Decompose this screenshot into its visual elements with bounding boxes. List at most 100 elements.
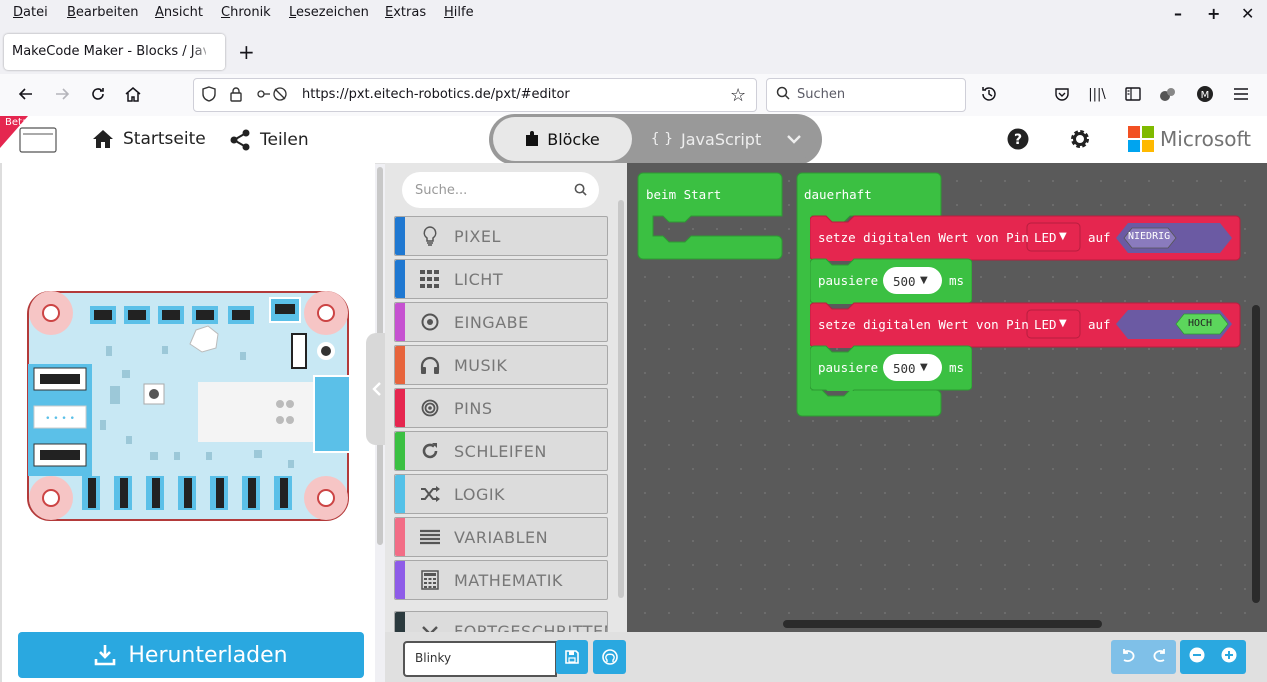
menubar: Datei Bearbeiten Ansicht Chronik Lesezei…	[0, 0, 1267, 28]
github-button[interactable]	[593, 640, 626, 674]
microsoft-logo[interactable]: Microsoft	[1128, 126, 1251, 152]
home-link[interactable]: Startseite	[92, 129, 206, 149]
back-icon[interactable]	[16, 84, 36, 104]
shield-icon[interactable]	[202, 86, 216, 106]
category-color-bar	[395, 260, 405, 298]
chevron-down-icon	[787, 135, 801, 144]
permissions-icon[interactable]	[256, 86, 288, 106]
zoom-out-icon[interactable]	[1189, 647, 1205, 667]
list-icon	[417, 526, 443, 548]
category-color-bar	[395, 432, 405, 470]
hamburger-menu-icon[interactable]	[1231, 84, 1251, 104]
svg-text:M: M	[1201, 90, 1210, 101]
category-label: MATHEMATIK	[454, 571, 563, 590]
lock-icon[interactable]	[230, 86, 242, 106]
chevron-down-icon: ▼	[920, 275, 928, 286]
menu-chronik[interactable]: Chronik	[221, 5, 271, 20]
undo-icon[interactable]	[1120, 648, 1136, 667]
chevron-down-icon: ▼	[1059, 231, 1067, 242]
home-icon[interactable]	[123, 84, 143, 104]
chevron-down-icon: ▼	[920, 362, 928, 373]
github-icon	[601, 649, 618, 665]
bookmark-star-icon[interactable]: ☆	[730, 85, 746, 106]
category-color-bar	[395, 389, 405, 427]
category-schleifen[interactable]: SCHLEIFEN	[394, 431, 608, 471]
category-pixel[interactable]: PIXEL	[394, 216, 608, 256]
house-icon	[93, 130, 113, 148]
category-color-bar	[395, 475, 405, 513]
category-logik[interactable]: LOGIK	[394, 474, 608, 514]
pause-value-2[interactable]: 500	[893, 361, 916, 376]
maximize-icon[interactable]: +	[1207, 4, 1220, 23]
category-eingabe[interactable]: EINGABE	[394, 302, 608, 342]
menu-lesezeichen[interactable]: Lesezeichen	[289, 5, 369, 20]
mode-dropdown-button[interactable]	[772, 117, 816, 161]
javascript-mode-button[interactable]: { } JavaScript	[640, 117, 772, 161]
category-label: LICHT	[454, 270, 504, 289]
tab-makecode[interactable]: MakeCode Maker - Blocks / JavaScript	[4, 34, 225, 70]
forward-icon[interactable]	[52, 84, 72, 104]
pin-dropdown-1[interactable]: LED	[1034, 230, 1057, 245]
menu-datei[interactable]: Datei	[13, 5, 48, 20]
category-pins[interactable]: PINS	[394, 388, 608, 428]
calculator-icon	[417, 569, 443, 591]
library-icon[interactable]: |||\	[1087, 84, 1107, 104]
reload-icon[interactable]	[88, 84, 108, 104]
url-bar[interactable]: https://pxt.eitech-robotics.de/pxt/#edit…	[193, 78, 757, 112]
zoom-group	[1180, 640, 1246, 674]
url-text: https://pxt.eitech-robotics.de/pxt/#edit…	[302, 87, 570, 102]
workspace-horizontal-scrollbar[interactable]	[783, 620, 1102, 628]
share-link[interactable]: Teilen	[229, 129, 309, 151]
extensions-icon[interactable]	[1158, 84, 1178, 104]
braces-icon: { }	[650, 131, 674, 147]
sidebar-icon[interactable]	[1123, 84, 1143, 104]
headphones-icon	[417, 354, 443, 376]
settings-gear-icon[interactable]	[1069, 128, 1091, 154]
category-musik[interactable]: MUSIK	[394, 345, 608, 385]
menu-extras[interactable]: Extras	[385, 5, 426, 20]
new-tab-icon[interactable]: +	[238, 40, 255, 64]
chevron-left-icon	[372, 382, 381, 396]
project-name-input[interactable]: Blinky	[403, 641, 557, 677]
category-label: LOGIK	[454, 485, 506, 504]
forever-label: dauerhaft	[804, 187, 872, 202]
blocks-mode-button[interactable]: Blöcke	[493, 117, 632, 161]
search-icon	[776, 86, 790, 104]
toolbox-scrollbar[interactable]	[618, 200, 624, 598]
close-icon[interactable]: ✕	[1241, 4, 1254, 23]
zoom-in-icon[interactable]	[1221, 647, 1237, 667]
value-hoch[interactable]: HOCH	[1188, 318, 1212, 329]
help-icon[interactable]: ?	[1007, 128, 1029, 154]
tab-title: MakeCode Maker - Blocks / JavaScript	[12, 44, 206, 59]
category-color-bar	[395, 346, 405, 384]
toolbox-search-input[interactable]: Suche...	[402, 172, 599, 208]
value-niedrig[interactable]: NIEDRIG	[1128, 231, 1170, 242]
workspace-vertical-scrollbar[interactable]	[1252, 305, 1260, 603]
pin-dropdown-2[interactable]: LED	[1034, 317, 1057, 332]
category-licht[interactable]: LICHT	[394, 259, 608, 299]
svg-text:?: ?	[1014, 132, 1022, 148]
menu-bearbeiten[interactable]: Bearbeiten	[67, 5, 138, 20]
category-label: SCHLEIFEN	[454, 442, 547, 461]
category-mathematik[interactable]: MATHEMATIK	[394, 560, 608, 600]
browser-search-input[interactable]: Suchen	[766, 78, 966, 112]
minimize-icon[interactable]: –	[1174, 4, 1182, 23]
pocket-icon[interactable]	[1052, 84, 1072, 104]
account-icon[interactable]: M	[1195, 84, 1215, 104]
shuffle-icon	[417, 483, 443, 505]
pause-value-1[interactable]: 500	[893, 274, 916, 289]
download-button[interactable]: Herunterladen	[18, 632, 364, 678]
redo-icon[interactable]	[1152, 648, 1168, 667]
history-icon[interactable]	[979, 84, 999, 104]
board-simulator[interactable]: • • • •	[26, 290, 350, 522]
save-button[interactable]	[556, 640, 588, 674]
category-variablen[interactable]: VARIABLEN	[394, 517, 608, 557]
search-icon[interactable]	[574, 183, 587, 200]
category-color-bar	[395, 561, 405, 599]
category-label: PIXEL	[454, 227, 501, 246]
menu-ansicht[interactable]: Ansicht	[155, 5, 203, 20]
menu-hilfe[interactable]: Hilfe	[444, 5, 474, 20]
category-color-bar	[395, 518, 405, 556]
category-color-bar	[395, 612, 405, 633]
category-fortgeschritten[interactable]: FORTGESCHRITTEN	[394, 611, 608, 633]
